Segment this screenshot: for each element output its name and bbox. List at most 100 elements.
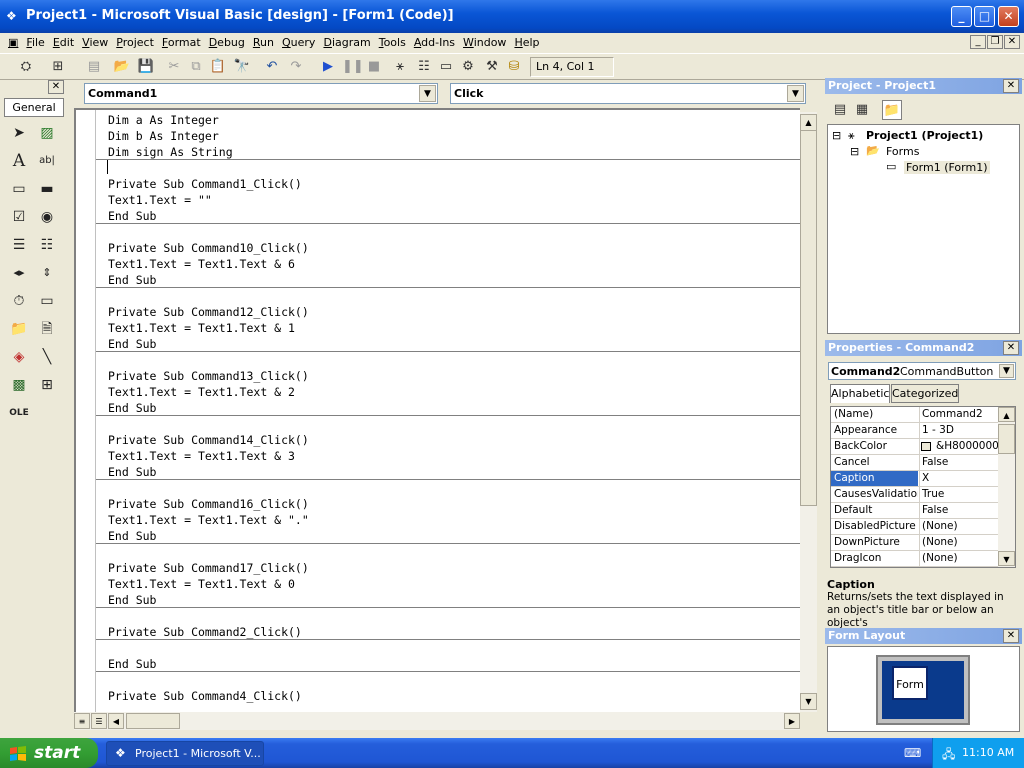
properties-window-icon[interactable]: ☷ bbox=[414, 57, 434, 77]
menu-edit[interactable]: Edit bbox=[49, 33, 78, 51]
maximize-button[interactable]: □ bbox=[974, 6, 995, 27]
menu-query[interactable]: Query bbox=[278, 33, 319, 51]
procedure-combo[interactable]: Click ▼ bbox=[450, 83, 806, 104]
line-tool-icon[interactable]: ╲ bbox=[36, 346, 58, 368]
mdi-minimize-button[interactable]: _ bbox=[970, 35, 986, 49]
toolbox-close-icon[interactable]: ✕ bbox=[48, 80, 64, 94]
tree-forms-folder[interactable]: Forms bbox=[886, 145, 919, 158]
scroll-down-icon[interactable]: ▼ bbox=[800, 693, 817, 710]
project-close-icon[interactable]: ✕ bbox=[1003, 79, 1019, 93]
find-icon[interactable]: 🔭 bbox=[232, 57, 252, 77]
tab-alphabetic[interactable]: Alphabetic bbox=[830, 384, 890, 403]
title-bar[interactable]: ❖ Project1 - Microsoft Visual Basic [des… bbox=[0, 0, 1024, 33]
object-browser-icon[interactable]: ⚙ bbox=[458, 57, 478, 77]
textbox-tool-icon[interactable]: ab| bbox=[36, 150, 58, 172]
code-margin-bar[interactable] bbox=[76, 110, 96, 712]
property-value[interactable]: (None) bbox=[919, 535, 999, 550]
network-icon[interactable]: 🖧 bbox=[942, 745, 955, 766]
code-vertical-thumb[interactable] bbox=[800, 130, 817, 506]
scroll-left-icon[interactable]: ◀ bbox=[108, 713, 124, 729]
property-value[interactable]: &H8000000F bbox=[919, 439, 999, 454]
drivelistbox-tool-icon[interactable]: ▭ bbox=[36, 290, 58, 312]
scroll-up-icon[interactable]: ▲ bbox=[800, 114, 817, 131]
open-project-icon[interactable]: 📂 bbox=[112, 57, 132, 77]
property-value[interactable]: False bbox=[919, 503, 999, 518]
property-value[interactable]: True bbox=[919, 487, 999, 502]
break-icon[interactable]: ❚❚ bbox=[342, 57, 364, 77]
undo-icon[interactable]: ↶ bbox=[262, 57, 282, 77]
property-row[interactable]: CausesValidation True bbox=[831, 487, 999, 503]
pointer-tool-icon[interactable]: ➤ bbox=[8, 122, 30, 144]
property-row[interactable]: DownPicture (None) bbox=[831, 535, 999, 551]
view-object-icon[interactable]: ▦ bbox=[852, 100, 872, 120]
close-button[interactable]: ✕ bbox=[998, 6, 1019, 27]
property-value[interactable]: (None) bbox=[919, 519, 999, 534]
mdi-doc-icon[interactable]: ▣ bbox=[0, 33, 22, 51]
property-row[interactable]: (Name) Command2 bbox=[831, 407, 999, 423]
menu-project[interactable]: Project bbox=[112, 33, 158, 51]
tab-categorized[interactable]: Categorized bbox=[891, 384, 959, 403]
hscrollbar-tool-icon[interactable]: ◂▸ bbox=[8, 262, 30, 284]
end-icon[interactable]: ■ bbox=[364, 57, 384, 77]
toolbox-icon[interactable]: ⚒ bbox=[482, 57, 502, 77]
optionbutton-tool-icon[interactable]: ◉ bbox=[36, 206, 58, 228]
timer-tool-icon[interactable]: ⏱ bbox=[8, 290, 30, 312]
tree-form1[interactable]: Form1 (Form1) bbox=[904, 161, 990, 174]
add-form-icon[interactable]: ⊞ bbox=[48, 57, 68, 77]
scroll-down-icon[interactable]: ▼ bbox=[998, 551, 1015, 566]
menu-debug[interactable]: Debug bbox=[205, 33, 249, 51]
commandbutton-tool-icon[interactable]: ▬ bbox=[36, 178, 58, 200]
save-project-icon[interactable]: 💾 bbox=[136, 57, 156, 77]
redo-icon[interactable]: ↷ bbox=[286, 57, 306, 77]
property-row[interactable]: Appearance 1 - 3D bbox=[831, 423, 999, 439]
minimize-button[interactable]: _ bbox=[951, 6, 972, 27]
tree-project-root[interactable]: Project1 (Project1) bbox=[866, 129, 983, 142]
property-row[interactable]: Cancel False bbox=[831, 455, 999, 471]
label-tool-icon[interactable]: A bbox=[8, 150, 30, 172]
chevron-down-icon[interactable]: ▼ bbox=[999, 364, 1014, 378]
cut-icon[interactable]: ✂ bbox=[164, 57, 184, 77]
menu-tools[interactable]: Tools bbox=[375, 33, 410, 51]
picturebox-tool-icon[interactable]: ▨ bbox=[36, 122, 58, 144]
listbox-tool-icon[interactable]: ☷ bbox=[36, 234, 58, 256]
start-icon[interactable]: ▶ bbox=[318, 57, 338, 77]
procedure-view-icon[interactable]: ≡ bbox=[74, 713, 90, 729]
properties-close-icon[interactable]: ✕ bbox=[1003, 341, 1019, 355]
copy-icon[interactable]: ⧉ bbox=[186, 57, 206, 77]
menu-file[interactable]: File bbox=[22, 33, 48, 51]
combobox-tool-icon[interactable]: ☰ bbox=[8, 234, 30, 256]
data-view-icon[interactable]: ⛁ bbox=[504, 57, 524, 77]
menu-run[interactable]: Run bbox=[249, 33, 278, 51]
taskbar-vb-task[interactable]: ❖ Project1 - Microsoft V... bbox=[106, 741, 264, 766]
property-row[interactable]: DisabledPicture (None) bbox=[831, 519, 999, 535]
properties-scroll-thumb[interactable] bbox=[998, 424, 1015, 454]
chevron-down-icon[interactable]: ▼ bbox=[787, 85, 804, 102]
menu-add-ins[interactable]: Add-Ins bbox=[410, 33, 459, 51]
shape-tool-icon[interactable]: ◈ bbox=[8, 346, 30, 368]
property-value[interactable]: Command2 bbox=[919, 407, 999, 422]
form-layout-close-icon[interactable]: ✕ bbox=[1003, 629, 1019, 643]
vb-app-icon[interactable]: ❖ bbox=[6, 9, 22, 24]
view-code-icon[interactable]: ▤ bbox=[830, 100, 850, 120]
vscrollbar-tool-icon[interactable]: ⇕ bbox=[36, 262, 58, 284]
scroll-right-icon[interactable]: ▶ bbox=[784, 713, 800, 729]
checkbox-tool-icon[interactable]: ☑ bbox=[8, 206, 30, 228]
ole-tool-icon[interactable]: OLE bbox=[8, 402, 30, 424]
frame-tool-icon[interactable]: ▭ bbox=[8, 178, 30, 200]
property-value[interactable]: (None) bbox=[919, 551, 999, 566]
image-tool-icon[interactable]: ▩ bbox=[8, 374, 30, 396]
full-module-view-icon[interactable]: ☰ bbox=[91, 713, 107, 729]
filelistbox-tool-icon[interactable]: 🗎 bbox=[36, 318, 58, 340]
scroll-up-icon[interactable]: ▲ bbox=[998, 407, 1015, 422]
object-combo[interactable]: Command1 ▼ bbox=[84, 83, 438, 104]
tree-expander-icon[interactable]: ⊟ bbox=[850, 145, 859, 158]
chevron-down-icon[interactable]: ▼ bbox=[419, 85, 436, 102]
add-project-icon[interactable]: ⛭ bbox=[16, 57, 36, 77]
dirlistbox-tool-icon[interactable]: 📁 bbox=[8, 318, 30, 340]
form-layout-form[interactable]: Form bbox=[892, 666, 928, 700]
property-row[interactable]: BackColor &H8000000F bbox=[831, 439, 999, 455]
code-horizontal-thumb[interactable] bbox=[126, 713, 180, 729]
project-explorer-icon[interactable]: ⚹ bbox=[390, 57, 410, 77]
menu-window[interactable]: Window bbox=[459, 33, 510, 51]
property-value[interactable]: 1 - 3D bbox=[919, 423, 999, 438]
